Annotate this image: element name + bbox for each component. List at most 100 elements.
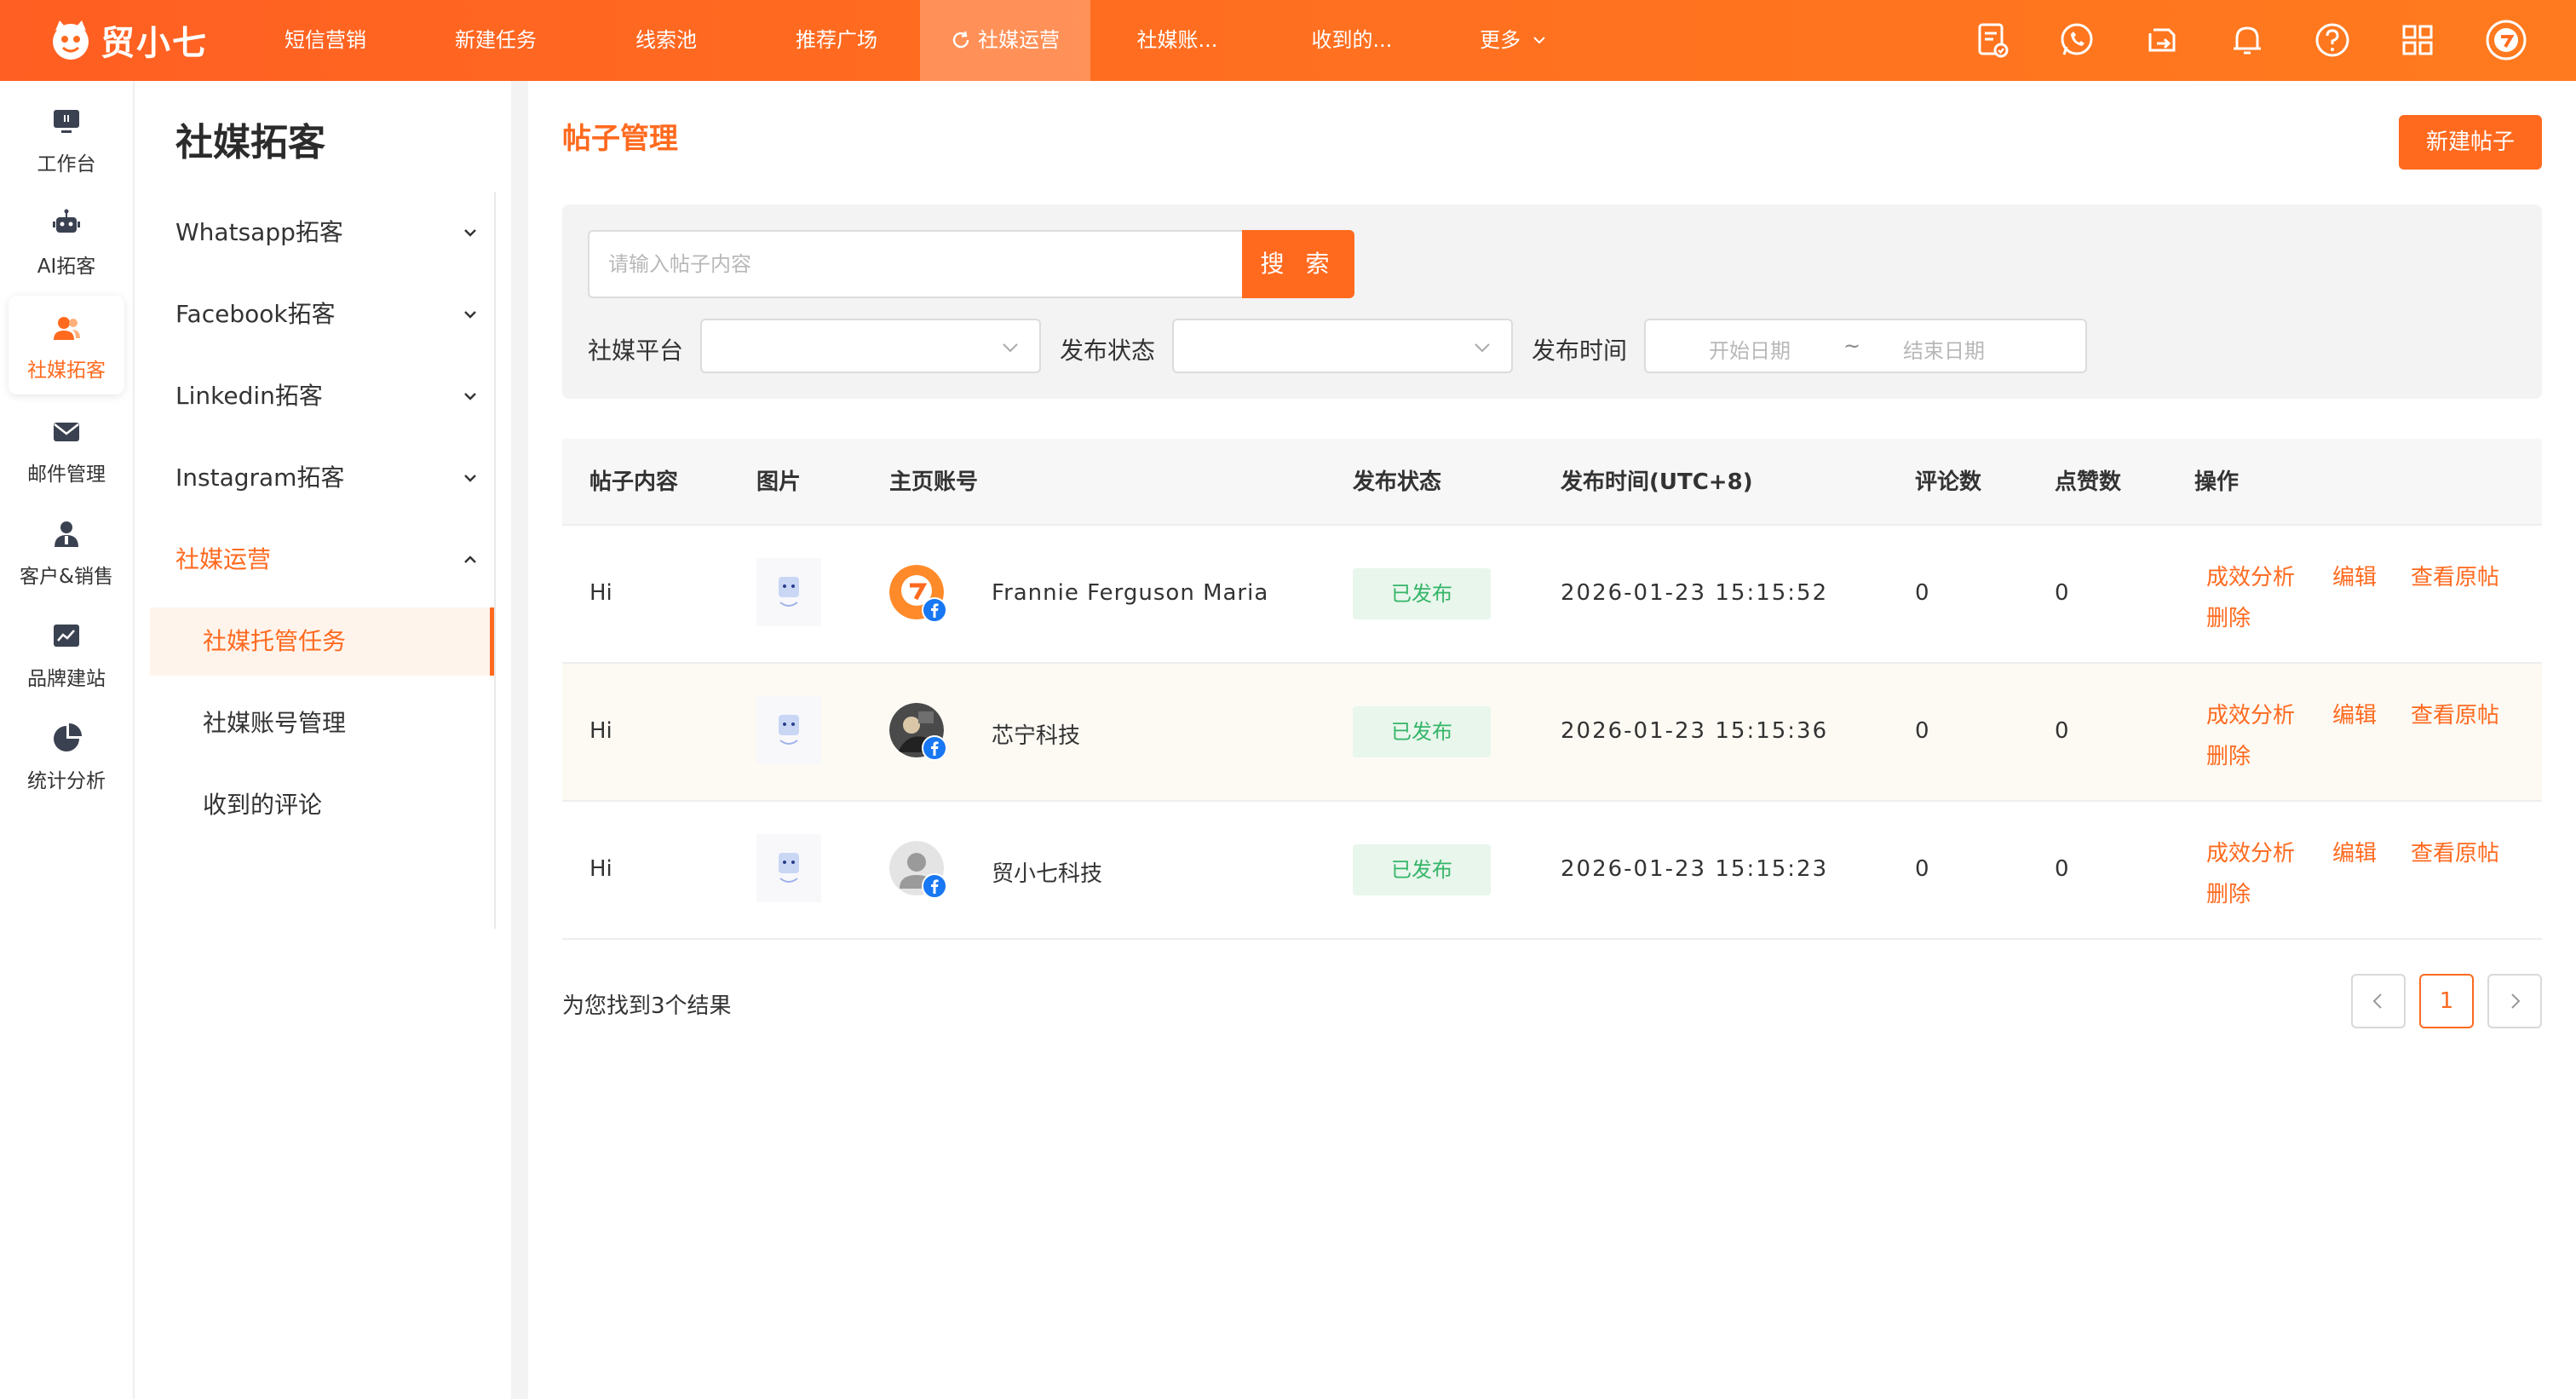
submenu-title: 社媒拓客 — [175, 121, 325, 164]
submenu-child-account-management[interactable]: 社媒账号管理 — [150, 689, 494, 757]
post-thumbnail[interactable] — [756, 834, 821, 902]
analyze-link[interactable]: 成效分析 — [2206, 698, 2295, 729]
status-select[interactable] — [1172, 319, 1513, 373]
rail-item-statistics[interactable]: 统计分析 — [9, 706, 124, 805]
help-icon[interactable] — [2310, 18, 2355, 62]
facebook-icon — [922, 873, 947, 899]
status-filter-label: 发布状态 — [1060, 337, 1156, 365]
platform-filter-label: 社媒平台 — [588, 337, 684, 365]
submenu-child-received-comments[interactable]: 收到的评论 — [150, 771, 494, 839]
platform-select[interactable] — [700, 319, 1041, 373]
account-name: 芯宁科技 — [992, 723, 1081, 749]
end-date-input[interactable]: 结束日期 — [1903, 334, 1985, 364]
nav-tab-recommend-square[interactable]: 推荐广场 — [777, 0, 896, 81]
like-count: 0 — [2055, 718, 2069, 744]
new-post-button[interactable]: 新建帖子 — [2399, 115, 2542, 170]
nav-tab-social-ops[interactable]: 社媒运营 — [920, 0, 1090, 81]
rail-label: 邮件管理 — [27, 463, 106, 486]
chevron-up-icon — [464, 556, 476, 563]
chevron-right-icon — [2511, 993, 2521, 1009]
submenu-item-facebook[interactable]: Facebook拓客 — [175, 289, 491, 340]
submenu-item-label: Facebook拓客 — [175, 300, 336, 328]
like-count: 0 — [2055, 580, 2069, 606]
edit-link[interactable]: 编辑 — [2332, 698, 2377, 729]
submenu-item-instagram[interactable]: Instagram拓客 — [175, 452, 491, 504]
delete-link[interactable]: 删除 — [2206, 601, 2251, 632]
date-range-picker[interactable]: 开始日期 ~ 结束日期 — [1644, 319, 2087, 373]
rail-item-brand-site[interactable]: 品牌建站 — [9, 604, 124, 703]
chevron-down-icon — [1003, 343, 1018, 353]
rail-item-ai-prospecting[interactable]: AI拓客 — [9, 192, 124, 291]
post-search-input[interactable] — [588, 230, 1244, 298]
chevron-down-icon — [464, 229, 476, 237]
left-rail: 工作台 AI拓客 社媒拓客 邮件管理 客户&销售 品牌建站 统计分析 — [0, 81, 135, 1399]
post-content: Hi — [589, 580, 612, 606]
apps-grid-icon[interactable] — [2395, 18, 2440, 62]
task-report-icon[interactable] — [1969, 18, 2014, 62]
rail-item-mail[interactable]: 邮件管理 — [9, 400, 124, 498]
view-original-link[interactable]: 查看原帖 — [2411, 560, 2499, 591]
refresh-icon — [952, 31, 969, 49]
nav-tab-new-task[interactable]: 新建任务 — [436, 0, 555, 81]
comment-count: 0 — [1915, 580, 1929, 606]
submenu-item-whatsapp[interactable]: Whatsapp拓客 — [175, 207, 491, 258]
rail-item-customer-sales[interactable]: 客户&销售 — [9, 502, 124, 601]
analyze-link[interactable]: 成效分析 — [2206, 836, 2295, 867]
submenu-item-social-ops[interactable]: 社媒运营 — [175, 534, 491, 585]
status-badge: 已发布 — [1353, 844, 1491, 895]
user-avatar-icon[interactable] — [2484, 18, 2528, 62]
app-logo[interactable]: 贸小七 — [48, 14, 208, 66]
robot-icon — [53, 209, 80, 233]
chart-board-icon — [54, 625, 79, 647]
rail-item-social-prospecting[interactable]: 社媒拓客 — [9, 296, 124, 394]
top-bar: 贸小七 短信营销 新建任务 线索池 推荐广场 社媒运营 社媒账... 收到的..… — [0, 0, 2576, 81]
post-content: Hi — [589, 856, 612, 882]
next-page-button[interactable] — [2487, 974, 2542, 1028]
nav-tab-more[interactable]: 更多 — [1467, 0, 1561, 81]
table-row: Hi 芯宁科技 已发布 2026-01-23 15:15:36 0 0 成效分析… — [562, 664, 2542, 802]
view-original-link[interactable]: 查看原帖 — [2411, 698, 2499, 729]
nav-tab-lead-pool[interactable]: 线索池 — [607, 0, 726, 81]
main-content: 帖子管理 新建帖子 搜 索 社媒平台 发布状态 发布时间 开始日期 ~ 结束日期… — [528, 81, 2576, 1399]
nav-tab-received-comments[interactable]: 收到的... — [1288, 0, 1416, 81]
search-button[interactable]: 搜 索 — [1242, 230, 1354, 298]
start-date-input[interactable]: 开始日期 — [1709, 334, 1791, 364]
chevron-down-icon — [464, 393, 476, 400]
nav-tab-social-accounts[interactable]: 社媒账... — [1118, 0, 1237, 81]
edit-link[interactable]: 编辑 — [2332, 560, 2377, 591]
result-count: 为您找到3个结果 — [562, 993, 732, 1019]
logo-mascot-icon — [53, 20, 89, 60]
submenu-item-linkedin[interactable]: Linkedin拓客 — [175, 371, 491, 422]
submenu-divider — [494, 192, 496, 929]
table-header: 帖子内容 图片 主页账号 发布状态 发布时间(UTC+8) 评论数 点赞数 操作 — [562, 439, 2542, 526]
rail-label: 社媒拓客 — [27, 360, 106, 382]
submenu-item-label: Whatsapp拓客 — [175, 218, 343, 246]
column-header: 发布状态 — [1353, 469, 1442, 495]
rail-label: 品牌建站 — [27, 668, 106, 690]
monitor-icon — [54, 110, 79, 133]
whatsapp-icon[interactable] — [2055, 18, 2099, 62]
edit-link[interactable]: 编辑 — [2332, 836, 2377, 867]
bell-icon[interactable] — [2225, 18, 2269, 62]
nav-tab-sms-marketing[interactable]: 短信营销 — [266, 0, 385, 81]
facebook-icon — [922, 597, 947, 623]
column-header: 评论数 — [1915, 469, 1982, 495]
delete-link[interactable]: 删除 — [2206, 739, 2251, 770]
view-original-link[interactable]: 查看原帖 — [2411, 836, 2499, 867]
publish-time: 2026-01-23 15:15:23 — [1561, 856, 1829, 882]
post-thumbnail[interactable] — [756, 558, 821, 626]
chevron-left-icon — [2372, 993, 2382, 1009]
nav-more-label: 更多 — [1480, 28, 1521, 52]
delete-link[interactable]: 删除 — [2206, 877, 2251, 908]
post-thumbnail[interactable] — [756, 696, 821, 764]
prev-page-button[interactable] — [2351, 974, 2406, 1028]
submenu-child-hosted-tasks[interactable]: 社媒托管任务 — [150, 607, 494, 676]
column-header: 操作 — [2194, 469, 2240, 495]
column-header: 点赞数 — [2055, 469, 2122, 495]
rail-item-workbench[interactable]: 工作台 — [9, 89, 124, 188]
page-number-button[interactable]: 1 — [2419, 974, 2474, 1028]
analyze-link[interactable]: 成效分析 — [2206, 560, 2295, 591]
share-export-icon[interactable] — [2140, 18, 2184, 62]
rail-label: 客户&销售 — [20, 566, 113, 588]
rail-label: 统计分析 — [27, 770, 106, 792]
